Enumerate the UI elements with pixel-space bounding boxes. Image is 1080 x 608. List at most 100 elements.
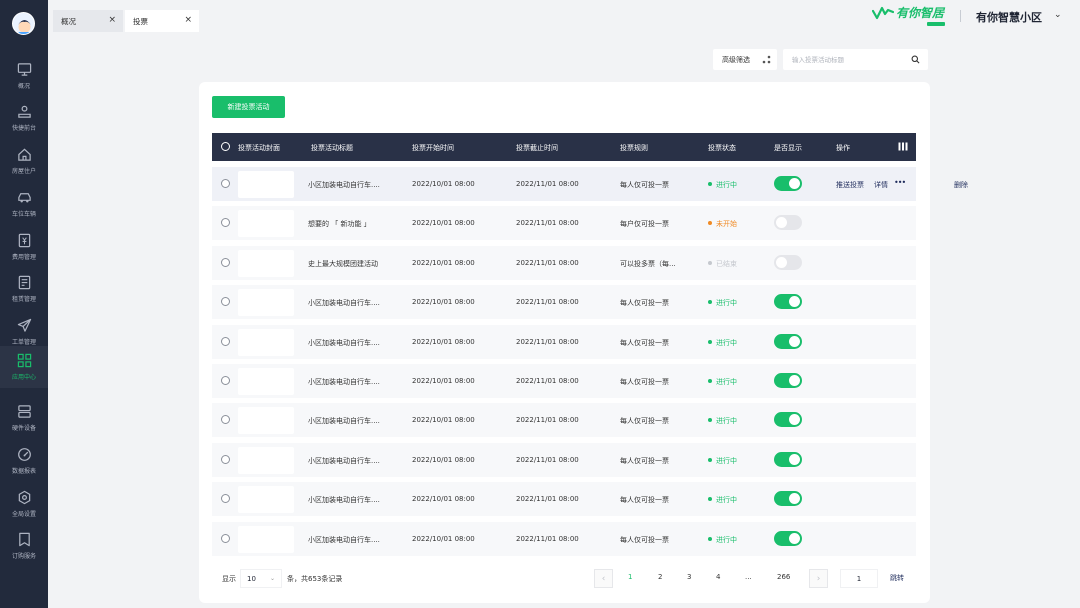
row-select-radio[interactable] — [221, 258, 230, 267]
display-toggle[interactable] — [774, 452, 802, 467]
table-row[interactable]: 史上最大规模团建活动 2022/10/01 08:00 2022/11/01 08:… — [212, 246, 916, 280]
next-page-button[interactable]: › — [809, 569, 828, 588]
vote-title[interactable]: 史上最大规模团建活动 — [308, 259, 378, 269]
table-row[interactable]: 小区加装电动自行车.... 2022/10/01 08:00 2022/11/01 … — [212, 482, 916, 516]
row-select-radio[interactable] — [221, 534, 230, 543]
prev-page-button[interactable]: ‹ — [594, 569, 613, 588]
vote-title[interactable]: 小区加装电动自行车.... — [308, 180, 380, 190]
community-name[interactable]: 有你智慧小区 — [976, 9, 1042, 25]
column-header-ops: 操作 — [836, 144, 850, 152]
end-time: 2022/11/01 08:00 — [516, 377, 579, 385]
display-toggle[interactable] — [774, 334, 802, 349]
row-select-radio[interactable] — [221, 218, 230, 227]
column-header-title: 投票活动标题 — [311, 144, 353, 152]
start-time: 2022/10/01 08:00 — [412, 495, 475, 503]
column-settings-icon[interactable] — [898, 142, 908, 151]
row-select-radio[interactable] — [221, 376, 230, 385]
table-row[interactable]: 小区加装电动自行车.... 2022/10/01 08:00 2022/11/01 … — [212, 364, 916, 398]
sidebar-item-parking[interactable]: 车位车辆 — [0, 183, 48, 224]
vote-title[interactable]: 小区加装电动自行车.... — [308, 495, 380, 505]
sidebar-item-overview[interactable]: 概况 — [0, 55, 48, 96]
end-time: 2022/11/01 08:00 — [516, 535, 579, 543]
search-input[interactable] — [792, 55, 902, 64]
vote-title[interactable]: 小区加装电动自行车.... — [308, 416, 380, 426]
brand-name: 有你智居 — [896, 6, 945, 20]
table-row[interactable]: 小区加装电动自行车.... 2022/10/01 08:00 2022/11/01 … — [212, 443, 916, 477]
sidebar-item-label: 工单管理 — [11, 338, 36, 346]
display-toggle[interactable] — [774, 531, 802, 546]
display-toggle[interactable] — [774, 373, 802, 388]
vote-title[interactable]: 想要的 「 新功能 」 — [308, 219, 371, 229]
chevron-down-icon[interactable]: ⌄ — [1054, 10, 1062, 20]
page-size-select[interactable]: 10 ⌄ — [240, 569, 282, 588]
tab-overview[interactable]: 概况 × — [53, 10, 123, 32]
display-toggle[interactable] — [774, 491, 802, 506]
page-last[interactable]: 266 — [777, 573, 790, 581]
row-select-radio[interactable] — [221, 455, 230, 464]
row-select-radio[interactable] — [221, 297, 230, 306]
display-toggle[interactable] — [774, 176, 802, 191]
page-3[interactable]: 3 — [687, 573, 691, 581]
table-row[interactable]: 小区加装电动自行车.... 2022/10/01 08:00 2022/11/01 … — [212, 167, 968, 201]
select-all-radio[interactable] — [221, 142, 230, 151]
filter-dots-icon — [762, 55, 771, 64]
jump-page-input[interactable]: 1 — [840, 569, 878, 588]
vote-title[interactable]: 小区加装电动自行车.... — [308, 298, 380, 308]
vote-title[interactable]: 小区加装电动自行车.... — [308, 535, 380, 545]
start-time: 2022/10/01 08:00 — [412, 338, 475, 346]
more-icon[interactable]: ••• — [894, 178, 906, 187]
avatar[interactable] — [12, 12, 35, 35]
end-time: 2022/11/01 08:00 — [516, 180, 579, 188]
vote-title[interactable]: 小区加装电动自行车.... — [308, 456, 380, 466]
end-time: 2022/11/01 08:00 — [516, 456, 579, 464]
sidebar-item-reception[interactable]: 快捷前台 — [0, 97, 48, 138]
toggle-knob — [776, 257, 787, 268]
vote-title[interactable]: 小区加装电动自行车.... — [308, 377, 380, 387]
table-row[interactable]: 小区加装电动自行车.... 2022/10/01 08:00 2022/11/01 … — [212, 403, 916, 437]
server-icon — [17, 404, 31, 418]
close-icon[interactable]: × — [184, 15, 192, 25]
sidebar-item-lease[interactable]: 租赁管理 — [0, 268, 48, 309]
table-row[interactable]: 小区加装电动自行车.... 2022/10/01 08:00 2022/11/01 … — [212, 285, 916, 319]
cover-image — [238, 526, 294, 553]
car-icon — [17, 192, 31, 202]
toggle-knob — [789, 414, 800, 425]
sidebar-item-subscription[interactable]: 订购服务 — [0, 525, 48, 566]
row-select-radio[interactable] — [221, 337, 230, 346]
display-toggle[interactable] — [774, 215, 802, 230]
vote-title[interactable]: 小区加装电动自行车.... — [308, 338, 380, 348]
sidebar-item-apps[interactable]: 应用中心 — [0, 346, 48, 388]
table-row[interactable]: 想要的 「 新功能 」 2022/10/01 08:00 2022/11/01 08… — [212, 206, 916, 240]
display-toggle[interactable] — [774, 412, 802, 427]
delete-link[interactable]: 删除 — [954, 180, 968, 190]
new-vote-button[interactable]: 新建投票活动 — [212, 96, 285, 118]
sidebar-item-settings[interactable]: 全局设置 — [0, 483, 48, 524]
page-4[interactable]: 4 — [716, 573, 720, 581]
row-select-radio[interactable] — [221, 415, 230, 424]
search-icon[interactable] — [911, 55, 920, 64]
row-select-radio[interactable] — [221, 179, 230, 188]
page-2[interactable]: 2 — [658, 573, 662, 581]
display-toggle[interactable] — [774, 255, 802, 270]
cover-image — [238, 329, 294, 356]
close-icon[interactable]: × — [108, 15, 116, 25]
detail-link[interactable]: 详情 — [874, 180, 888, 190]
display-toggle[interactable] — [774, 294, 802, 309]
row-select-radio[interactable] — [221, 494, 230, 503]
sidebar-item-reports[interactable]: 数据报表 — [0, 440, 48, 481]
page-1[interactable]: 1 — [628, 573, 632, 581]
table-row[interactable]: 小区加装电动自行车.... 2022/10/01 08:00 2022/11/01 … — [212, 325, 916, 359]
jump-button[interactable]: 跳转 — [890, 573, 904, 583]
home-icon — [17, 148, 31, 161]
column-header-cover: 投票活动封面 — [238, 144, 280, 152]
sidebar-item-fees[interactable]: 费用管理 — [0, 226, 48, 267]
advanced-filter-button[interactable]: 高级筛选 — [713, 49, 777, 70]
tab-vote[interactable]: 投票 × — [125, 10, 199, 32]
table-row[interactable]: 小区加装电动自行车.... 2022/10/01 08:00 2022/11/01 … — [212, 522, 916, 556]
push-vote-link[interactable]: 推送投票 — [836, 180, 864, 190]
vote-rule: 每人仅可投一票 — [620, 417, 669, 425]
advanced-filter-label: 高级筛选 — [722, 55, 750, 64]
sidebar-item-residents[interactable]: 房屋住户 — [0, 140, 48, 181]
page-ellipsis[interactable]: ... — [745, 573, 752, 581]
sidebar-item-hardware[interactable]: 硬件设备 — [0, 397, 48, 438]
